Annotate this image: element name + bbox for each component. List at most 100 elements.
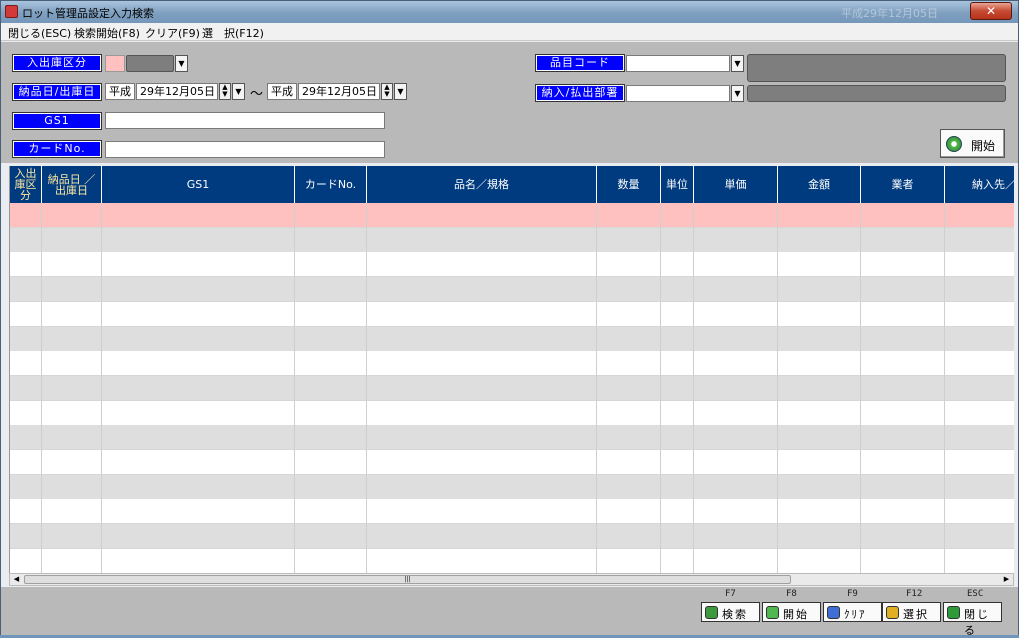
start-button-label: 開始 (971, 139, 996, 153)
chevron-down-icon: ▼ (734, 59, 741, 68)
table-row[interactable] (10, 326, 1014, 352)
menu-close[interactable]: 閉じる(ESC) (8, 25, 71, 41)
spin-down-icon: ▼ (384, 90, 390, 98)
table-row[interactable] (10, 351, 1014, 377)
footer-button-magnifier[interactable]: 検索 (701, 602, 760, 622)
column-header[interactable]: 金額 (778, 166, 861, 203)
scroll-thumb[interactable]: ||| (24, 575, 791, 584)
table-row[interactable] (10, 548, 1014, 573)
magnifier-icon (705, 606, 718, 619)
column-header[interactable]: カードNo. (295, 166, 367, 203)
item-code-dropdown-button[interactable]: ▼ (731, 55, 744, 72)
date-from-field[interactable]: 29年12月05日 (136, 83, 218, 100)
table-row[interactable] (10, 203, 1014, 228)
column-header[interactable]: 単位 (661, 166, 694, 203)
footer-button-check[interactable]: ｸﾘｱ (823, 602, 882, 622)
window-close-button[interactable]: ✕ (970, 2, 1012, 20)
table-row[interactable] (10, 252, 1014, 278)
column-divider (366, 203, 367, 573)
column-divider (777, 203, 778, 573)
menu-search-start[interactable]: 検索開始(F8) (74, 25, 140, 41)
table-row[interactable] (10, 450, 1014, 475)
menu-bar: 閉じる(ESC) 検索開始(F8) クリア(F9) 選 択(F12) (1, 23, 1018, 41)
table-row[interactable] (10, 227, 1014, 253)
card-no-label: カードNo. (12, 140, 102, 158)
date-to-spinner[interactable]: ▲ ▼ (381, 83, 393, 100)
start-icon (946, 136, 962, 152)
table-row[interactable] (10, 277, 1014, 303)
column-divider (660, 203, 661, 573)
app-icon (5, 5, 18, 18)
gs1-input[interactable] (105, 112, 385, 129)
item-code-label: 品目コード (535, 54, 625, 72)
column-header[interactable]: GS1 (102, 166, 295, 203)
column-header[interactable]: 納品日 ／ 出庫日 (42, 166, 102, 203)
column-divider (944, 203, 945, 573)
column-header[interactable]: 入出 庫区 分 (10, 166, 42, 203)
column-divider (860, 203, 861, 573)
scroll-left-icon[interactable]: ◀ (10, 574, 23, 585)
function-key-label: F8 (786, 589, 797, 599)
select-icon (886, 606, 899, 619)
table-row[interactable] (10, 375, 1014, 401)
exit-icon (947, 606, 960, 619)
column-divider (294, 203, 295, 573)
chevron-down-icon: ▼ (734, 89, 741, 98)
result-grid[interactable]: 入出 庫区 分納品日 ／ 出庫日 GS1 カードNo. 品名／規格 数量 単位 単価 金額 業者… (9, 166, 1014, 573)
era-to-field[interactable]: 平成 (267, 83, 297, 100)
dept-name-display (747, 85, 1006, 102)
date-from-spinner[interactable]: ▲ ▼ (219, 83, 231, 100)
table-row[interactable] (10, 425, 1014, 451)
window-title: ロット管理品設定入力検索 (22, 7, 154, 20)
table-row[interactable] (10, 400, 1014, 426)
table-row[interactable] (10, 524, 1014, 550)
footer-button-label: 検索 (722, 608, 748, 621)
chevron-down-icon: ▼ (397, 87, 404, 96)
start-icon (766, 606, 779, 619)
check-icon (827, 606, 840, 619)
footer-button-label: 選択 (903, 608, 929, 621)
inout-type-dropdown-button[interactable]: ▼ (175, 55, 188, 72)
date-from-calendar-button[interactable]: ▼ (232, 83, 245, 100)
table-row[interactable] (10, 301, 1014, 327)
column-header[interactable]: 数量 (597, 166, 661, 203)
column-header[interactable]: 納入先／払 (945, 166, 1014, 203)
footer-button-exit[interactable]: 閉じる (943, 602, 1002, 637)
title-background-text: 平成29年12月05日 (841, 7, 938, 20)
inout-type-code-field[interactable] (105, 55, 125, 72)
footer-button-start[interactable]: 開始 (762, 602, 821, 622)
column-divider (693, 203, 694, 573)
menu-select[interactable]: 選 択(F12) (202, 25, 264, 41)
dept-dropdown-button[interactable]: ▼ (731, 85, 744, 102)
card-no-input[interactable] (105, 141, 385, 158)
title-bar: ロット管理品設定入力検索 平成29年12月05日 ✕ (1, 1, 1018, 23)
table-row[interactable] (10, 474, 1014, 500)
column-header[interactable]: 単価 (694, 166, 778, 203)
start-button[interactable]: 開始 (940, 129, 1005, 158)
app-window: ロット管理品設定入力検索 平成29年12月05日 ✕ 閉じる(ESC) 検索開始… (0, 0, 1019, 637)
footer-button-label: ｸﾘｱ (844, 608, 867, 621)
date-to-field[interactable]: 29年12月05日 (298, 83, 380, 100)
function-key-label: F9 (847, 589, 858, 599)
scroll-right-icon[interactable]: ▶ (1000, 574, 1013, 585)
date-label: 納品日/出庫日 (12, 83, 102, 101)
footer-button-label: 開始 (783, 608, 809, 621)
menu-clear[interactable]: クリア(F9) (145, 25, 200, 41)
item-code-select[interactable] (626, 55, 730, 72)
era-from-field[interactable]: 平成 (105, 83, 135, 100)
footer-button-select[interactable]: 選択 (882, 602, 941, 622)
date-range-separator: 〜 (250, 87, 264, 102)
dept-select[interactable] (626, 85, 730, 102)
chevron-down-icon: ▼ (235, 87, 242, 96)
column-header[interactable]: 業者 (861, 166, 945, 203)
inout-type-select[interactable] (126, 55, 174, 72)
column-divider (101, 203, 102, 573)
table-row[interactable] (10, 499, 1014, 525)
date-to-calendar-button[interactable]: ▼ (394, 83, 407, 100)
column-header[interactable]: 品名／規格 (367, 166, 597, 203)
column-divider (596, 203, 597, 573)
horizontal-scrollbar[interactable]: ◀ ||| ▶ (9, 573, 1014, 586)
item-name-display (747, 54, 1006, 82)
grid-header: 入出 庫区 分納品日 ／ 出庫日 GS1 カードNo. 品名／規格 数量 単位 単価 金額 業者… (10, 166, 1014, 203)
gs1-label: GS1 (12, 112, 102, 130)
